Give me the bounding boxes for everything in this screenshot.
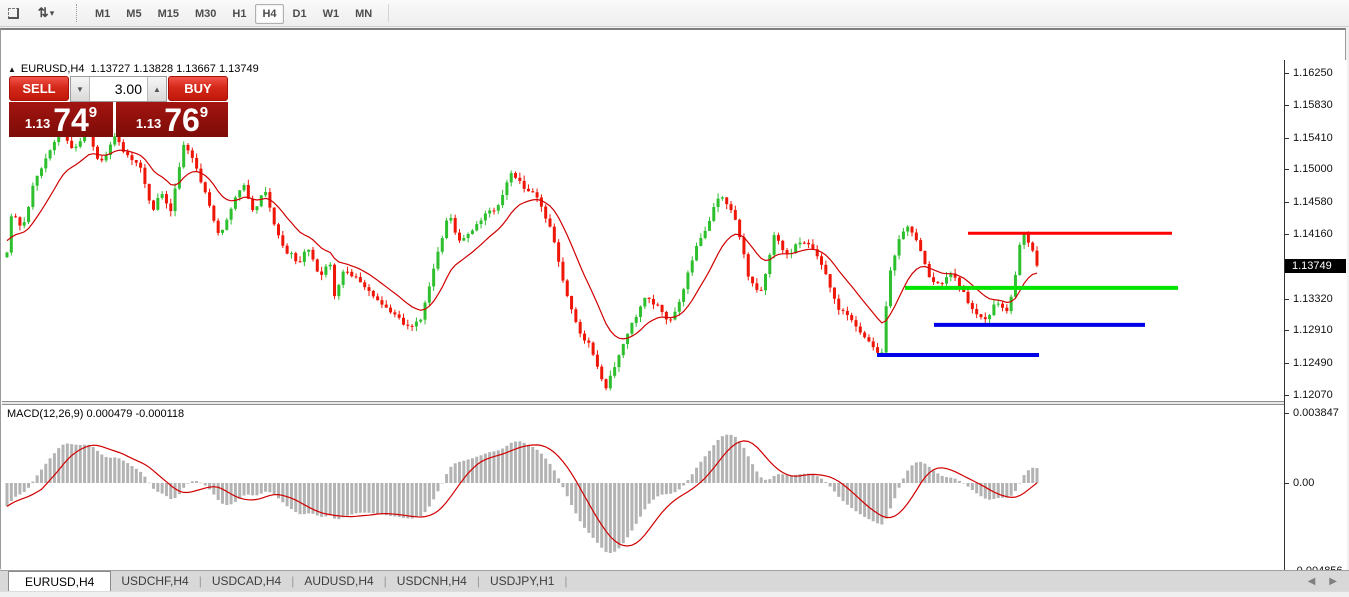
macd-chart[interactable] bbox=[2, 405, 1284, 578]
chart-tabs: EURUSD,H4USDCHF,H4|USDCAD,H4|AUDUSD,H4|U… bbox=[0, 571, 568, 591]
sell-price-main: 74 bbox=[53, 106, 89, 134]
macd-value-signal: -0.000118 bbox=[135, 408, 184, 420]
price-axis-tick bbox=[1285, 234, 1289, 235]
chart-tab-usdcad-h4[interactable]: USDCAD,H4 bbox=[202, 571, 291, 591]
timeframe-toolbar: ⇅ ▾ M1M5M15M30H1H4D1W1MN bbox=[0, 0, 1349, 27]
tab-scroll-right-icon[interactable]: ▶ bbox=[1329, 576, 1337, 587]
chart-ohlc-values: 1.13727 1.13828 1.13667 1.13749 bbox=[91, 63, 259, 75]
sell-price-prefix: 1.13 bbox=[25, 116, 50, 131]
tab-scroll-left-icon[interactable]: ◀ bbox=[1308, 576, 1316, 587]
buy-price-pip: 9 bbox=[200, 104, 208, 121]
price-axis-label: 1.14160 bbox=[1293, 228, 1333, 240]
price-axis-tick bbox=[1285, 73, 1289, 74]
price-axis-label: 1.15410 bbox=[1293, 132, 1333, 144]
volume-decrease-button[interactable]: ▼ bbox=[71, 77, 90, 101]
chart-shift-glyph bbox=[8, 8, 19, 19]
price-axis-label: 1.16250 bbox=[1293, 67, 1333, 79]
chart-tab-usdcnh-h4[interactable]: USDCNH,H4 bbox=[387, 571, 477, 591]
macd-axis-tick bbox=[1285, 413, 1289, 414]
price-axis-label: 1.15000 bbox=[1293, 163, 1333, 175]
timeframe-button-d1[interactable]: D1 bbox=[286, 4, 314, 24]
chart-tab-bar: EURUSD,H4USDCHF,H4|USDCAD,H4|AUDUSD,H4|U… bbox=[0, 570, 1349, 591]
chart-tab-eurusd-h4[interactable]: EURUSD,H4 bbox=[8, 571, 111, 591]
volume-increase-button[interactable]: ▲ bbox=[147, 77, 166, 101]
collapse-triangle-icon: ▲ bbox=[8, 65, 16, 74]
timeframe-button-mn[interactable]: MN bbox=[348, 4, 379, 24]
macd-axis-label: 0.003847 bbox=[1293, 407, 1339, 419]
macd-axis-tick bbox=[1285, 483, 1289, 484]
price-axis-tick bbox=[1285, 330, 1289, 331]
mt4-terminal: ⇅ ▾ M1M5M15M30H1H4D1W1MN ▲EURUSD,H41.137… bbox=[0, 0, 1349, 597]
chart-window: ▲ EURUSD,H4 1.13727 1.13828 1.13667 1.1374… bbox=[0, 28, 1346, 569]
volume-spinner: ▼ ▲ bbox=[70, 76, 167, 102]
macd-value-main: 0.000479 bbox=[86, 408, 132, 420]
tab-separator: | bbox=[564, 574, 567, 591]
timeframe-button-h1[interactable]: H1 bbox=[225, 4, 253, 24]
price-axis-label: 1.12070 bbox=[1293, 389, 1333, 401]
price-axis-label: 1.14580 bbox=[1293, 196, 1333, 208]
status-strip bbox=[0, 591, 1349, 597]
toolbar-grip bbox=[76, 4, 81, 22]
price-axis[interactable]: 1.16250 1.15830 1.15410 1.15000 1.14580 1.141… bbox=[1285, 60, 1347, 579]
price-axis-label: 1.15830 bbox=[1293, 99, 1333, 111]
timeframe-buttons: M1M5M15M30H1H4D1W1MN bbox=[87, 4, 380, 22]
timeframe-button-m30[interactable]: M30 bbox=[188, 4, 223, 24]
timeframe-button-h4[interactable]: H4 bbox=[255, 4, 283, 24]
chart-tab-usdjpy-h1[interactable]: USDJPY,H1 bbox=[480, 571, 564, 591]
chart-shift-icon[interactable] bbox=[0, 3, 26, 23]
buy-price-display[interactable]: 1.13 76 9 bbox=[116, 102, 228, 137]
arrange-charts-icon[interactable]: ⇅ ▾ bbox=[26, 3, 66, 23]
candles-layer bbox=[6, 128, 1039, 391]
price-axis-label: 1.13320 bbox=[1293, 293, 1333, 305]
macd-histogram bbox=[6, 435, 1039, 553]
toolbar-separator bbox=[388, 4, 389, 22]
sell-price-pip: 9 bbox=[89, 104, 97, 121]
tab-scroll-controls: ◀ ▶ bbox=[1308, 576, 1337, 591]
volume-input[interactable] bbox=[90, 77, 147, 101]
chart-tab-usdchf-h4[interactable]: USDCHF,H4 bbox=[111, 571, 198, 591]
sell-button[interactable]: SELL bbox=[9, 76, 69, 101]
timeframe-button-m15[interactable]: M15 bbox=[151, 4, 186, 24]
price-axis-label: 1.12490 bbox=[1293, 357, 1333, 369]
timeframe-button-w1[interactable]: W1 bbox=[316, 4, 347, 24]
price-axis-tick bbox=[1285, 169, 1289, 170]
current-price-tag: 1.13749 bbox=[1285, 259, 1346, 273]
price-axis-tick bbox=[1285, 105, 1289, 106]
macd-indicator-label: MACD(12,26,9) 0.000479 -0.000118 bbox=[7, 408, 184, 420]
price-axis-tick bbox=[1285, 395, 1289, 396]
macd-indicator-pane[interactable] bbox=[2, 405, 1284, 578]
timeframe-button-m1[interactable]: M1 bbox=[88, 4, 117, 24]
moving-average-line bbox=[7, 150, 1037, 339]
sell-price-display[interactable]: 1.13 74 9 bbox=[9, 102, 113, 137]
chart-title: ▲ EURUSD,H4 1.13727 1.13828 1.13667 1.1374… bbox=[8, 63, 259, 75]
timeframe-button-m5[interactable]: M5 bbox=[119, 4, 148, 24]
price-axis-tick bbox=[1285, 363, 1289, 364]
buy-price-prefix: 1.13 bbox=[136, 116, 161, 131]
price-axis-tick bbox=[1285, 299, 1289, 300]
macd-axis-label: 0.00 bbox=[1293, 477, 1314, 489]
price-axis-label: 1.12910 bbox=[1293, 324, 1333, 336]
price-axis-tick bbox=[1285, 202, 1289, 203]
chart-symbol-period: EURUSD,H4 bbox=[21, 63, 85, 75]
chart-tab-audusd-h4[interactable]: AUDUSD,H4 bbox=[294, 571, 383, 591]
arrange-arrows-glyph: ⇅ bbox=[38, 5, 48, 21]
one-click-trading-panel: SELL ▼ ▲ BUY 1.13 74 9 1.13 76 9 bbox=[9, 76, 228, 137]
buy-button[interactable]: BUY bbox=[168, 76, 228, 101]
dropdown-caret-icon: ▾ bbox=[50, 8, 55, 19]
macd-name: MACD(12,26,9) bbox=[7, 408, 83, 420]
buy-price-main: 76 bbox=[164, 106, 200, 134]
price-axis-tick bbox=[1285, 138, 1289, 139]
